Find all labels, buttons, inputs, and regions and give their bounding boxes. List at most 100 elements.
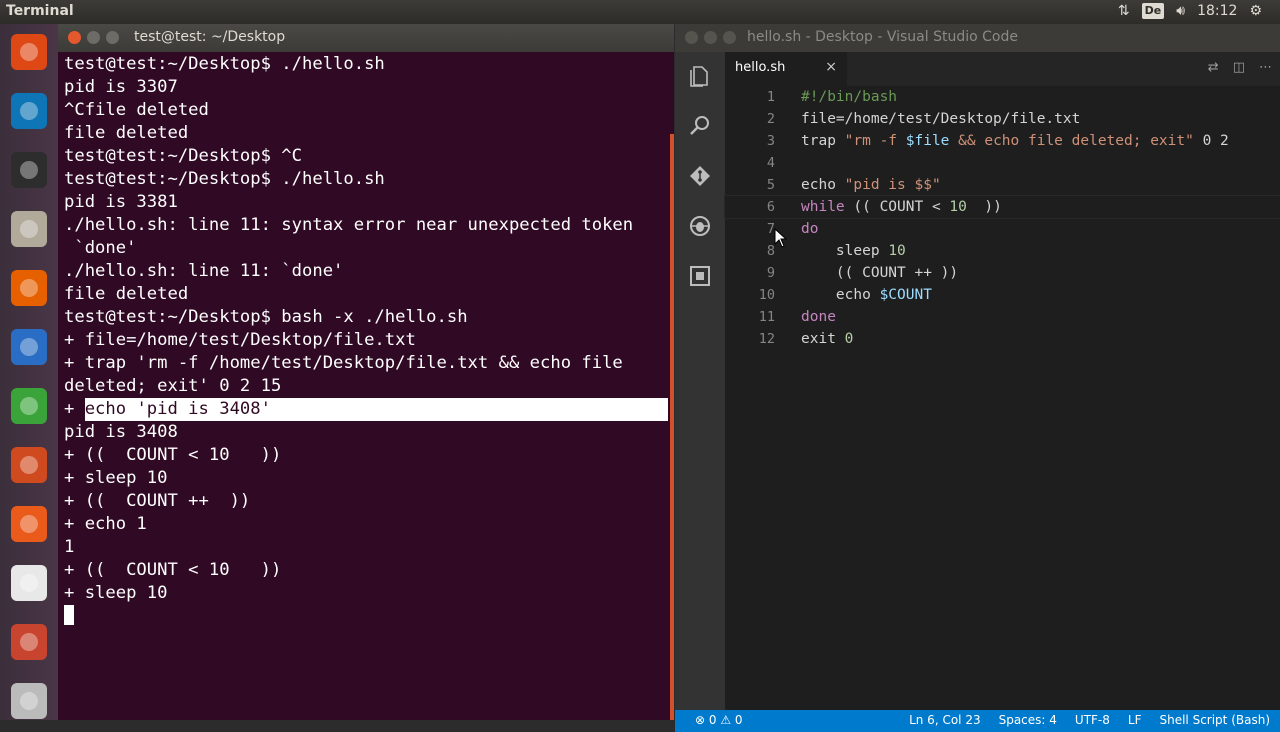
close-button[interactable] — [68, 31, 81, 44]
firefox-icon[interactable] — [5, 264, 53, 312]
editor-tabs: hello.sh × ⇄ ◫ ⋯ — [725, 52, 1280, 86]
code-text: do — [801, 218, 818, 240]
code-token: 10 — [949, 199, 967, 215]
code-text: trap "rm -f $file && echo file deleted; … — [801, 130, 1229, 152]
terminal-line: + echo 1 — [64, 514, 147, 534]
terminal-window[interactable]: test@test: ~/Desktop test@test:~/Desktop… — [58, 24, 674, 720]
code-line[interactable]: 1 #!/bin/bash — [725, 86, 1280, 108]
terminal-prompt-line[interactable] — [64, 605, 668, 628]
line-number: 9 — [766, 265, 775, 281]
code-line[interactable]: 12 exit 0 — [725, 328, 1280, 350]
code-line[interactable]: 2 file=/home/test/Desktop/file.txt — [725, 108, 1280, 130]
code-token: "pid is $$" — [844, 177, 941, 193]
terminal-line: + (( COUNT < 10 )) — [64, 560, 282, 580]
code-token: 0 — [844, 331, 854, 347]
code-line[interactable]: 11 done — [725, 306, 1280, 328]
maximize-button[interactable] — [723, 31, 736, 44]
cursor-position[interactable]: Ln 6, Col 23 — [909, 713, 981, 727]
impress-icon[interactable] — [5, 441, 53, 489]
close-icon[interactable]: × — [825, 59, 837, 75]
close-button[interactable] — [685, 31, 698, 44]
problems-indicator[interactable]: ⊗ 0 ⚠ 0 — [695, 713, 743, 727]
code-token: exit — [801, 331, 845, 347]
files-icon[interactable] — [5, 205, 53, 253]
line-number: 1 — [766, 89, 775, 105]
clock[interactable]: 18:12 — [1197, 3, 1237, 19]
dvd-icon[interactable] — [5, 677, 53, 725]
code-text: done — [801, 306, 836, 328]
mouse-cursor-icon — [774, 228, 788, 248]
code-editor[interactable]: 1 #!/bin/bash 2 file=/home/test/Desktop/fil… — [724, 86, 1280, 710]
line-number: 5 — [766, 177, 775, 193]
amazon-icon[interactable] — [5, 559, 53, 607]
terminal-line: 1 — [64, 537, 75, 557]
code-line[interactable]: 8 sleep 10 — [725, 240, 1280, 262]
code-text: exit 0 — [801, 328, 853, 350]
tab-hello-sh[interactable]: hello.sh × — [725, 52, 847, 86]
terminal-line: + trap 'rm -f /home/test/Desktop/file.tx… — [64, 353, 623, 373]
terminal-icon[interactable] — [5, 146, 53, 194]
writer-icon[interactable] — [5, 323, 53, 371]
code-token: echo — [801, 287, 880, 303]
encoding[interactable]: UTF-8 — [1075, 713, 1110, 727]
code-token: "rm -f — [844, 133, 906, 149]
line-number: 8 — [766, 243, 775, 259]
code-token: && echo file deleted; exit" — [949, 133, 1194, 149]
terminal-output[interactable]: test@test:~/Desktop$ ./hello.sh pid is 33… — [64, 53, 668, 713]
explorer-icon[interactable] — [688, 64, 712, 88]
terminal-line: test@test:~/Desktop$ ^C — [64, 146, 302, 166]
vscode-titlebar[interactable]: hello.sh - Desktop - Visual Studio Code — [675, 24, 1280, 52]
minimize-button[interactable] — [704, 31, 717, 44]
indentation[interactable]: Spaces: 4 — [999, 713, 1057, 727]
top-panel: Terminal ⇅ De 🔊︎ 18:12 ⚙ — [0, 0, 1280, 24]
terminal-line: file deleted — [64, 123, 189, 143]
keyboard-layout-indicator[interactable]: De — [1141, 3, 1165, 19]
code-text: file=/home/test/Desktop/file.txt — [801, 108, 1080, 130]
code-token: )) — [966, 199, 1002, 215]
gear-icon[interactable]: ⚙ — [1249, 3, 1262, 19]
ubuntu-dash-icon[interactable] — [5, 28, 53, 76]
terminal-scrollbar[interactable] — [670, 134, 674, 720]
open-changes-icon[interactable]: ⇄ — [1208, 60, 1219, 75]
code-token: $COUNT — [879, 287, 932, 303]
extensions-icon[interactable] — [688, 264, 712, 288]
source-control-icon[interactable] — [688, 164, 712, 188]
terminal-line: file deleted — [64, 284, 189, 304]
end-of-line[interactable]: LF — [1128, 713, 1142, 727]
code-line[interactable]: 6 while (( COUNT < 10 )) — [724, 195, 1280, 219]
code-line[interactable]: 7 do — [725, 218, 1280, 240]
terminal-line: + (( COUNT ++ )) — [64, 491, 251, 511]
vscode-icon[interactable] — [5, 87, 53, 135]
terminal-line: + sleep 10 — [64, 468, 168, 488]
minimize-button[interactable] — [87, 31, 100, 44]
volume-icon[interactable]: 🔊︎ — [1176, 3, 1185, 19]
search-icon[interactable] — [688, 114, 712, 138]
code-text: while (( COUNT < 10 )) — [801, 196, 1002, 218]
system-settings-icon[interactable] — [5, 618, 53, 666]
debug-icon[interactable] — [688, 214, 712, 238]
line-number: 12 — [758, 331, 775, 347]
selected-prefix: + — [64, 399, 85, 419]
terminal-line: test@test:~/Desktop$ ./hello.sh — [64, 54, 385, 74]
code-line[interactable]: 4 — [725, 152, 1280, 174]
code-line[interactable]: 10 echo $COUNT — [725, 284, 1280, 306]
code-line[interactable]: 9 (( COUNT ++ )) — [725, 262, 1280, 284]
code-text: echo "pid is $$" — [801, 174, 941, 196]
calc-icon[interactable] — [5, 382, 53, 430]
terminal-line: ./hello.sh: line 11: syntax error near u… — [64, 215, 634, 235]
terminal-line: pid is 3307 — [64, 77, 178, 97]
language-mode[interactable]: Shell Script (Bash) — [1159, 713, 1270, 727]
split-editor-icon[interactable]: ◫ — [1233, 60, 1245, 75]
maximize-button[interactable] — [106, 31, 119, 44]
more-actions-icon[interactable]: ⋯ — [1259, 60, 1272, 75]
terminal-line: deleted; exit' 0 2 15 — [64, 376, 282, 396]
network-icon[interactable]: ⇅ — [1118, 3, 1130, 19]
vscode-window[interactable]: hello.sh - Desktop - Visual Studio Code — [675, 24, 1280, 732]
terminal-titlebar[interactable]: test@test: ~/Desktop — [58, 24, 674, 52]
code-line[interactable]: 3 trap "rm -f $file && echo file deleted;… — [725, 130, 1280, 152]
code-token: 0 2 — [1193, 133, 1229, 149]
code-line[interactable]: 5 echo "pid is $$" — [725, 174, 1280, 196]
software-center-icon[interactable] — [5, 500, 53, 548]
code-token: echo — [801, 177, 845, 193]
line-number: 3 — [766, 133, 775, 149]
